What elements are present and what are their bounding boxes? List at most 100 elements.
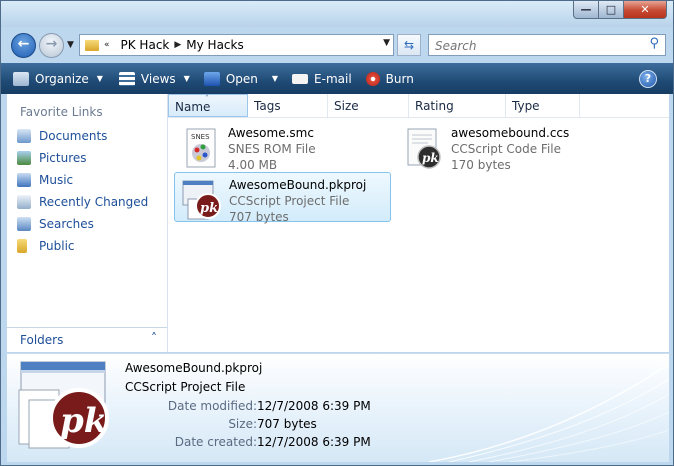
address-dropdown-icon[interactable]: ▼ xyxy=(383,38,390,48)
sidebar-item-searches[interactable]: Searches xyxy=(17,217,94,231)
details-row-date-modified: Date modified: 12/7/2008 6:39 PM xyxy=(125,399,405,417)
forward-arrow-icon: → xyxy=(45,36,58,52)
breadcrumb-pk-hack[interactable]: PK Hack xyxy=(121,38,170,52)
organize-icon xyxy=(13,71,29,86)
open-label: Open xyxy=(225,71,258,86)
folders-label: Folders xyxy=(20,333,64,347)
views-label: Views xyxy=(140,71,176,86)
pictures-icon xyxy=(17,151,31,165)
email-icon xyxy=(292,73,309,84)
search-box[interactable]: ⚲ xyxy=(428,34,666,56)
file-tile[interactable]: pk awesomebound.ccs CCScript Code File 1… xyxy=(397,121,619,172)
sidebar-item-label: Public xyxy=(39,239,75,253)
sidebar-item-public[interactable]: Public xyxy=(17,239,75,253)
sidebar-item-label: Music xyxy=(39,173,74,187)
explorer-window: — □ ✕ ← → ▼ « PK Hack ▶ My Hacks ▼ ⇆ ⚲ O… xyxy=(0,0,674,466)
details-value[interactable]: 12/7/2008 6:39 PM xyxy=(257,435,371,449)
svg-text:pk: pk xyxy=(200,201,218,216)
sidebar-item-pictures[interactable]: Pictures xyxy=(17,151,87,165)
file-type: CCScript Code File xyxy=(451,142,561,156)
public-folder-icon xyxy=(17,239,27,253)
svg-text:pk: pk xyxy=(60,401,107,441)
sort-ascending-icon: ˄ xyxy=(205,94,209,103)
details-pane: pk AwesomeBound.pkproj CCScript Project … xyxy=(7,353,669,462)
recent-pages-dropdown[interactable]: ▼ xyxy=(67,40,74,50)
file-tile[interactable]: SNES Awesome.smc SNES ROM File 4.00 MB xyxy=(174,121,390,172)
favorite-links-heading: Favorite Links xyxy=(20,105,103,119)
file-name: awesomebound.ccs xyxy=(451,126,570,140)
music-icon xyxy=(17,173,31,187)
refresh-button[interactable]: ⇆ xyxy=(397,34,421,56)
file-type: CCScript Project File xyxy=(229,194,350,208)
command-bar: Organize ▼ Views ▼ Open ▼ E-mail Burn xyxy=(1,63,673,94)
minimize-button[interactable]: — xyxy=(573,1,599,19)
column-header-tags[interactable]: Tags xyxy=(248,94,328,117)
close-button[interactable]: ✕ xyxy=(624,1,667,19)
file-size: 707 bytes xyxy=(229,210,289,224)
column-label: Size xyxy=(334,99,359,113)
chevron-up-icon: ˄ xyxy=(151,331,157,345)
breadcrumb-overflow-icon[interactable]: « xyxy=(104,40,110,50)
file-size: 4.00 MB xyxy=(228,158,278,172)
folders-toggle[interactable]: Folders ˄ xyxy=(7,327,167,352)
column-header-rating[interactable]: Rating xyxy=(409,94,506,117)
breadcrumb-my-hacks[interactable]: My Hacks xyxy=(186,38,243,52)
help-button[interactable]: ? xyxy=(639,70,657,88)
views-icon xyxy=(118,71,135,86)
sidebar-item-label: Searches xyxy=(39,217,94,231)
svg-text:pk: pk xyxy=(422,151,439,165)
details-label: Date modified: xyxy=(167,399,257,413)
email-button[interactable]: E-mail xyxy=(278,63,352,94)
address-bar[interactable]: « PK Hack ▶ My Hacks ▼ xyxy=(79,34,394,56)
title-bar: — □ ✕ xyxy=(1,1,673,27)
details-file-name: AwesomeBound.pkproj xyxy=(125,361,263,375)
caption-buttons: — □ ✕ xyxy=(573,1,667,19)
sidebar-item-label: Documents xyxy=(39,129,108,143)
searches-icon xyxy=(17,217,31,231)
open-button[interactable]: Open ▼ xyxy=(190,63,278,94)
sidebar-item-label: Pictures xyxy=(39,151,87,165)
snes-rom-icon: SNES xyxy=(186,128,216,168)
search-input[interactable] xyxy=(433,38,637,54)
file-tile-selected[interactable]: pk AwesomeBound.pkproj CCScript Project … xyxy=(174,172,391,224)
ccscript-file-icon: pk xyxy=(407,128,441,169)
views-button[interactable]: Views ▼ xyxy=(103,63,190,94)
folder-icon xyxy=(85,39,99,51)
back-arrow-icon: ← xyxy=(17,36,30,52)
details-value[interactable]: 12/7/2008 6:39 PM xyxy=(257,399,371,413)
sidebar-item-documents[interactable]: Documents xyxy=(17,129,107,143)
file-size: 170 bytes xyxy=(451,158,511,172)
column-header-name[interactable]: ˄ Name xyxy=(168,94,248,117)
burn-icon xyxy=(365,71,380,86)
burn-button[interactable]: Burn xyxy=(352,63,414,94)
column-header-type[interactable]: Type xyxy=(506,94,580,117)
maximize-button[interactable]: □ xyxy=(599,1,624,19)
details-row-date-created: Date created: 12/7/2008 6:39 PM xyxy=(125,435,405,453)
column-label: Tags xyxy=(254,99,281,113)
refresh-icon: ⇆ xyxy=(403,38,415,52)
documents-icon xyxy=(17,129,31,143)
sidebar-item-recently-changed[interactable]: Recently Changed xyxy=(17,195,148,209)
search-icon[interactable]: ⚲ xyxy=(649,36,659,51)
back-button[interactable]: ← xyxy=(11,33,36,58)
decorative-swoosh xyxy=(428,363,669,462)
pk-project-icon: pk xyxy=(18,361,109,449)
file-list-pane: ˄ Name Tags Size Rating Type SNES Awesom… xyxy=(168,94,669,352)
column-label: Type xyxy=(512,99,540,113)
recently-changed-icon xyxy=(17,195,31,209)
sidebar-item-label: Recently Changed xyxy=(39,195,149,209)
email-label: E-mail xyxy=(314,71,352,86)
file-type: SNES ROM File xyxy=(228,142,316,156)
forward-button[interactable]: → xyxy=(39,33,64,58)
column-label: Rating xyxy=(415,99,454,113)
details-label: Size: xyxy=(228,417,257,431)
column-headers: ˄ Name Tags Size Rating Type xyxy=(168,94,669,118)
open-icon xyxy=(203,71,220,86)
sidebar-item-music[interactable]: Music xyxy=(17,173,73,187)
breadcrumb-separator-icon[interactable]: ▶ xyxy=(174,40,181,50)
column-header-size[interactable]: Size xyxy=(328,94,409,117)
organize-button[interactable]: Organize ▼ xyxy=(1,63,103,94)
details-label: Date created: xyxy=(174,435,257,449)
file-name: Awesome.smc xyxy=(228,126,314,140)
burn-label: Burn xyxy=(385,71,414,86)
